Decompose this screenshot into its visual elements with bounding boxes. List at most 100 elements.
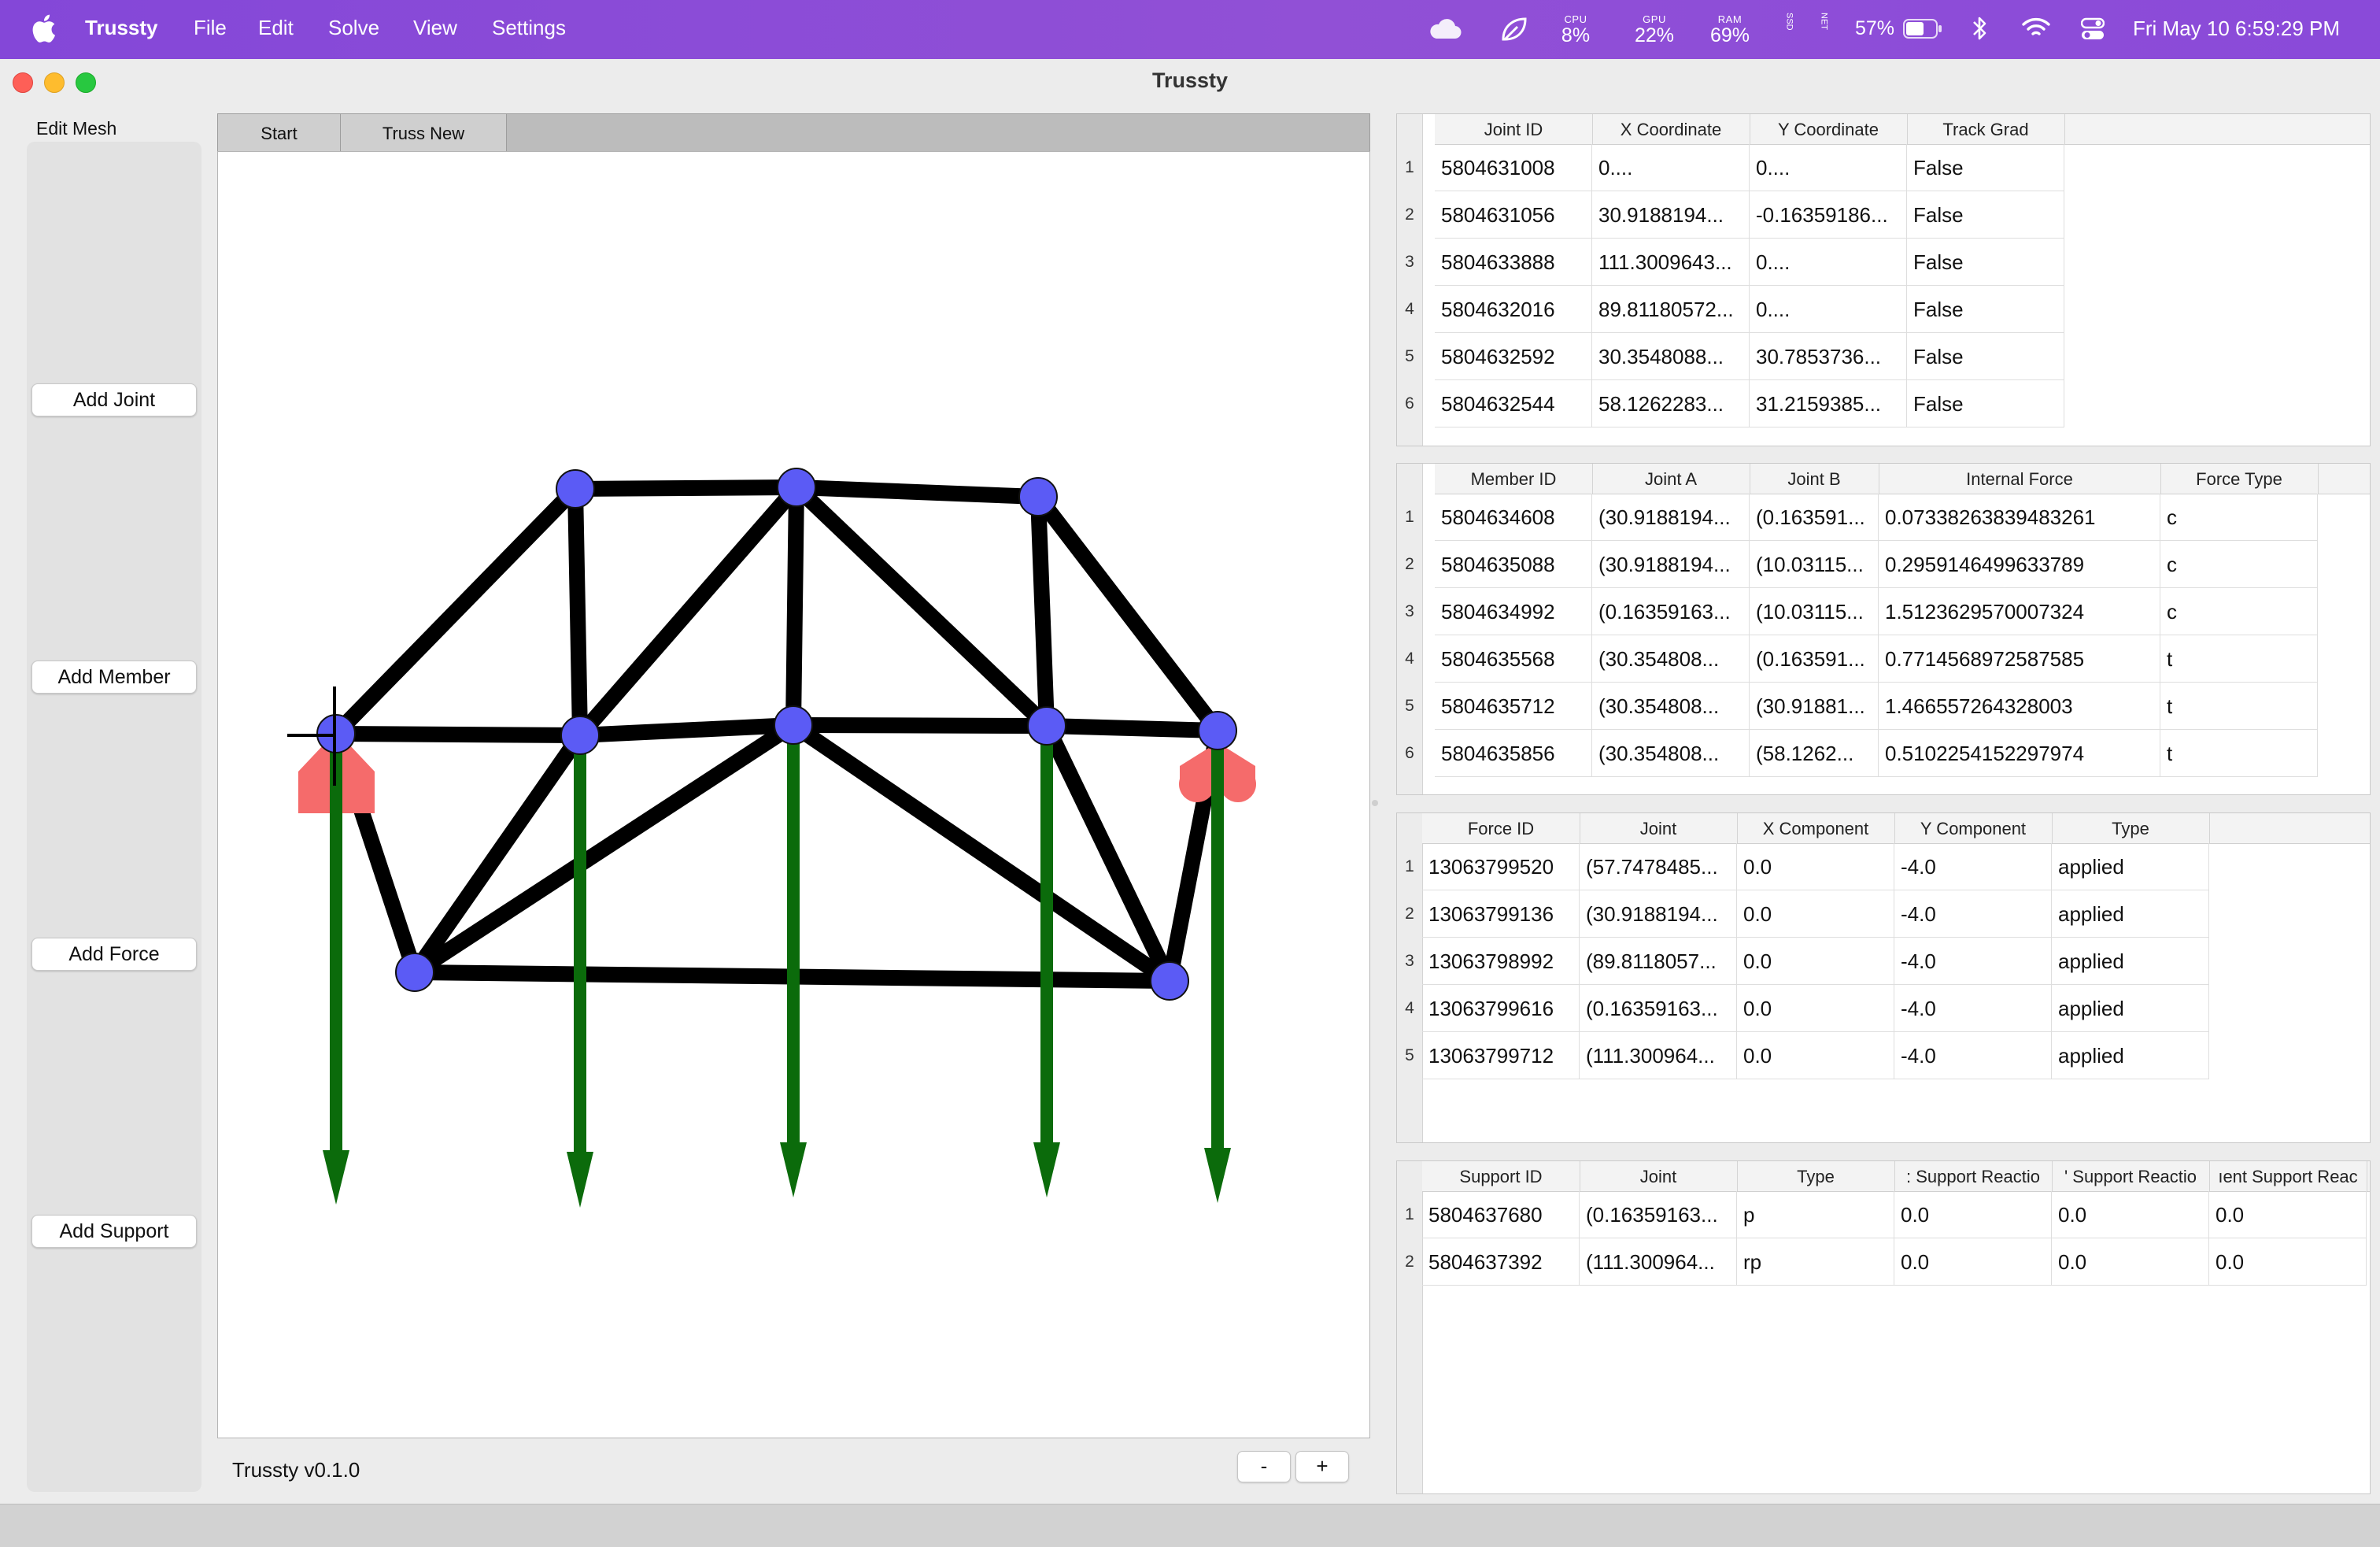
row-number[interactable]: 1 [1397,144,1422,191]
table-cell[interactable]: 31.2159385... [1750,380,1907,427]
row-number[interactable]: 6 [1397,730,1422,777]
table-cell[interactable]: (0.163591... [1750,494,1879,541]
table-cell[interactable]: 0.0 [2052,1238,2209,1286]
force-arrow[interactable] [780,725,807,1197]
table-cell[interactable]: False [1907,144,2064,191]
column-header[interactable]: Joint [1580,813,1738,843]
table-cell[interactable]: (0.16359163... [1592,588,1750,635]
table-cell[interactable]: (30.9188194... [1592,494,1750,541]
table-cell[interactable]: (30.9188194... [1580,890,1737,938]
table-cell[interactable]: 0.2959146499633789 [1879,541,2160,588]
member[interactable] [407,717,801,980]
table-cell[interactable]: 0.07338263839483261 [1879,494,2160,541]
add-member-button[interactable]: Add Member [31,661,197,694]
member[interactable] [572,479,804,743]
table-cell[interactable]: (30.354808... [1592,635,1750,683]
members-table[interactable]: Member ID Joint A Joint B Internal Force For… [1396,463,2371,795]
force-arrow[interactable] [1033,726,1060,1197]
net-stat[interactable]: NET [1818,13,1829,32]
menu-file[interactable]: File [194,16,227,40]
column-header[interactable]: Joint [1580,1161,1738,1191]
cpu-stat[interactable]: CPU 8% [1560,14,1591,46]
member[interactable] [1030,489,1225,738]
control-center-icon[interactable] [2081,17,2105,41]
joint[interactable] [1018,477,1058,516]
table-cell[interactable]: 5804635712 [1435,683,1592,730]
table-cell[interactable]: applied [2052,985,2209,1032]
row-number[interactable]: 2 [1397,1238,1422,1286]
table-cell[interactable]: c [2160,588,2318,635]
row-number[interactable]: 2 [1397,890,1422,938]
member[interactable] [785,717,1055,734]
column-header[interactable]: Y Component [1894,813,2053,843]
forces-table[interactable]: Force ID Joint X Component Y Component Type 1… [1396,812,2371,1143]
table-cell[interactable]: (0.16359163... [1580,1191,1737,1238]
battery-icon[interactable] [1903,19,1942,39]
table-cell[interactable]: 0.0 [1737,938,1894,985]
table-cell[interactable]: 0.5102254152297974 [1879,730,2160,777]
gpu-stat[interactable]: GPU 22% [1634,14,1675,46]
table-cell[interactable]: t [2160,683,2318,730]
activity-leaf-icon[interactable] [1499,16,1528,43]
row-number[interactable]: 1 [1397,494,1422,541]
tab-start[interactable]: Start [218,114,341,152]
table-cell[interactable]: 5804632016 [1435,286,1592,333]
table-cell[interactable]: (10.03115... [1750,541,1879,588]
member[interactable] [567,479,804,497]
table-cell[interactable]: 0.0 [1737,985,1894,1032]
table-cell[interactable]: 5804637680 [1422,1191,1580,1238]
table-cell[interactable]: False [1907,239,2064,286]
row-number[interactable]: 4 [1397,286,1422,333]
table-cell[interactable]: (111.300964... [1580,1238,1737,1286]
table-cell[interactable]: 0.... [1750,239,1907,286]
table-cell[interactable]: 0.0 [1737,843,1894,890]
table-cell[interactable]: 13063799136 [1422,890,1580,938]
table-cell[interactable]: (0.163591... [1750,635,1879,683]
table-cell[interactable]: (30.354808... [1592,683,1750,730]
member[interactable] [407,727,588,980]
member[interactable] [789,479,1055,734]
add-support-button[interactable]: Add Support [31,1215,197,1248]
column-header[interactable]: Track Grad [1907,114,2065,144]
member[interactable] [328,726,588,743]
table-cell[interactable]: 5804635856 [1435,730,1592,777]
joint[interactable] [1027,706,1066,746]
table-cell[interactable]: 1.466557264328003 [1879,683,2160,730]
table-cell[interactable]: 30.3548088... [1592,333,1750,380]
column-header[interactable]: ' Support Reactio [2052,1161,2210,1191]
row-number[interactable]: 3 [1397,588,1422,635]
table-cell[interactable]: 5804634608 [1435,494,1592,541]
member[interactable] [572,717,801,743]
add-joint-button[interactable]: Add Joint [31,383,197,416]
table-cell[interactable]: -4.0 [1894,890,2052,938]
column-header[interactable]: Joint B [1750,464,1879,494]
table-cell[interactable]: 0.0 [2052,1191,2209,1238]
icloud-icon[interactable] [1428,17,1462,41]
member[interactable] [785,479,804,733]
table-cell[interactable]: applied [2052,890,2209,938]
table-cell[interactable]: 0.0 [1894,1238,2052,1286]
table-cell[interactable]: (0.16359163... [1580,985,1737,1032]
table-cell[interactable]: (30.9188194... [1592,541,1750,588]
zoom-out-button[interactable]: - [1237,1451,1291,1482]
joint[interactable] [777,468,816,507]
table-cell[interactable]: 5804633888 [1435,239,1592,286]
table-cell[interactable]: (30.91881... [1750,683,1879,730]
table-cell[interactable]: -4.0 [1894,1032,2052,1079]
table-cell[interactable]: 0.0 [1737,890,1894,938]
table-cell[interactable]: 13063799616 [1422,985,1580,1032]
table-cell[interactable]: False [1907,380,2064,427]
table-cell[interactable]: 5804635088 [1435,541,1592,588]
table-cell[interactable]: c [2160,541,2318,588]
table-cell[interactable]: (57.7478485... [1580,843,1737,890]
table-cell[interactable]: 5804631056 [1435,191,1592,239]
joint[interactable] [556,469,595,509]
joint[interactable] [774,705,813,745]
joint[interactable] [1150,961,1189,1001]
row-number[interactable]: 3 [1397,239,1422,286]
joint[interactable] [1198,711,1237,750]
table-cell[interactable]: False [1907,191,2064,239]
member[interactable] [789,479,1046,505]
table-cell[interactable]: 0.... [1750,144,1907,191]
table-cell[interactable]: 13063798992 [1422,938,1580,985]
